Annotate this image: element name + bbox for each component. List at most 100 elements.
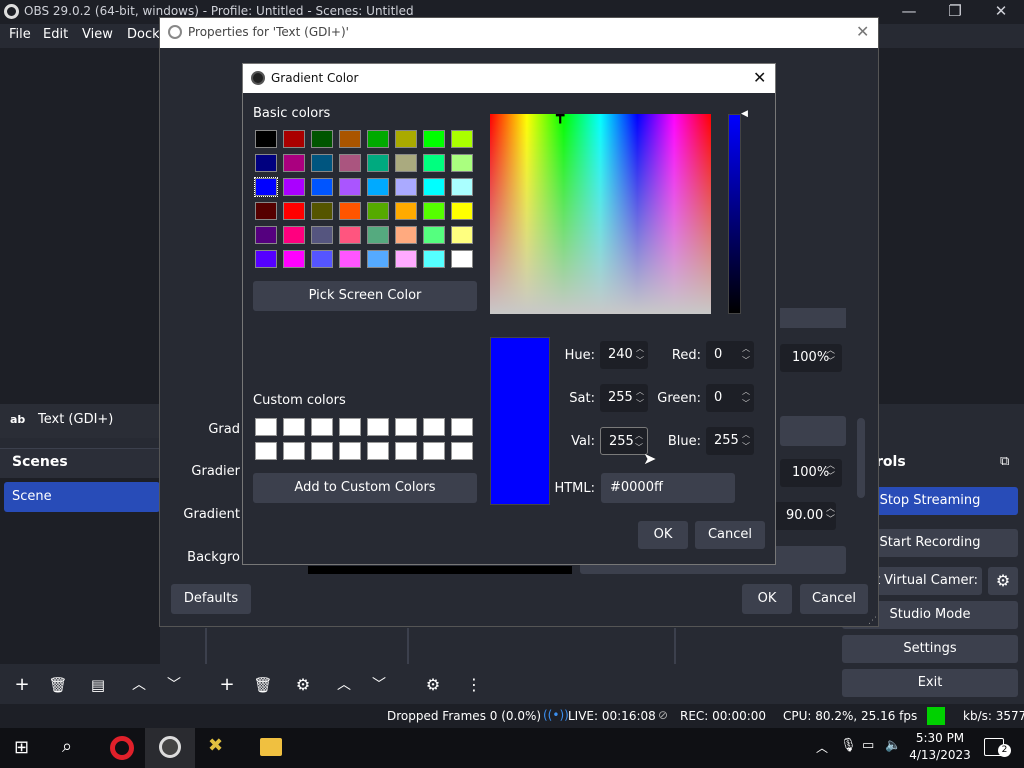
virtual-camera-settings-icon[interactable]: ⚙ <box>988 567 1018 595</box>
chevron-up-icon[interactable]: ︿ <box>635 344 645 354</box>
basic-color-swatch[interactable] <box>339 130 361 148</box>
basic-color-swatch[interactable] <box>451 154 473 172</box>
chevron-down-icon[interactable]: ﹀ <box>741 356 751 366</box>
remove-scene-icon[interactable]: 🗑 <box>44 672 72 698</box>
blue-spinbox[interactable]: 255 ︿ ﹀ <box>706 427 754 455</box>
value-slider-arrow-icon[interactable]: ◀ <box>741 109 748 119</box>
chevron-up-icon[interactable]: ︿ <box>741 344 751 354</box>
pick-screen-color-button[interactable]: Pick Screen Color <box>253 281 477 311</box>
custom-color-swatch[interactable] <box>339 418 361 436</box>
custom-color-swatch[interactable] <box>255 418 277 436</box>
basic-color-swatch[interactable] <box>451 178 473 196</box>
prop-field[interactable] <box>780 308 846 328</box>
basic-color-swatch[interactable] <box>283 226 305 244</box>
basic-color-swatch[interactable] <box>339 202 361 220</box>
chevron-down-icon[interactable]: ﹀ <box>635 399 645 409</box>
custom-color-swatch[interactable] <box>367 418 389 436</box>
basic-color-swatch[interactable] <box>367 202 389 220</box>
gradient-opacity-spin-icon[interactable]: ︿ ﹀ <box>826 461 835 483</box>
basic-color-swatch[interactable] <box>283 130 305 148</box>
basic-color-swatch[interactable] <box>451 202 473 220</box>
maximize-icon[interactable]: ❐ <box>932 0 978 24</box>
move-down-icon[interactable]: ﹀ <box>160 672 188 698</box>
chevron-down-icon[interactable]: ﹀ <box>741 442 751 452</box>
settings-button[interactable]: Settings <box>842 635 1018 663</box>
properties-cancel-button[interactable]: Cancel <box>800 584 868 614</box>
basic-color-swatch[interactable] <box>311 130 333 148</box>
color-spectrum[interactable]: ┳ <box>490 108 711 314</box>
basic-color-swatch[interactable] <box>367 178 389 196</box>
audio-settings-icon[interactable]: ⚙ <box>419 672 447 698</box>
chevron-up-icon[interactable]: ︿ <box>741 430 751 440</box>
basic-color-swatch[interactable] <box>451 226 473 244</box>
chevron-down-icon[interactable]: ﹀ <box>741 399 751 409</box>
basic-color-swatch[interactable] <box>311 226 333 244</box>
file-explorer-icon[interactable] <box>260 738 282 756</box>
basic-color-swatch[interactable] <box>395 178 417 196</box>
minimize-icon[interactable]: — <box>886 0 932 24</box>
windows-start-icon[interactable]: ⊞ <box>14 737 29 758</box>
gradient-close-icon[interactable]: ✕ <box>753 68 766 87</box>
custom-color-swatch[interactable] <box>255 442 277 460</box>
gradient-direction-spin-icon[interactable]: ︿ ﹀ <box>826 504 835 526</box>
basic-color-swatch[interactable] <box>283 178 305 196</box>
sat-spinbox[interactable]: 255 ︿ ﹀ <box>600 384 648 412</box>
basic-color-swatch[interactable] <box>311 202 333 220</box>
html-input[interactable]: #0000ff <box>601 473 735 503</box>
basic-color-swatch[interactable] <box>395 250 417 268</box>
menu-docks[interactable]: Dock <box>127 27 160 42</box>
search-icon[interactable]: ⌕ <box>62 736 72 757</box>
opera-icon[interactable] <box>110 736 134 760</box>
basic-color-swatch[interactable] <box>367 226 389 244</box>
basic-color-swatch[interactable] <box>395 202 417 220</box>
basic-color-swatch[interactable] <box>339 226 361 244</box>
clock-time[interactable]: 5:30 PM <box>912 731 968 745</box>
custom-color-swatch[interactable] <box>311 418 333 436</box>
defaults-button[interactable]: Defaults <box>171 584 251 614</box>
chevron-up-icon[interactable]: ︿ <box>741 387 751 397</box>
chevron-up-icon[interactable]: ︿ <box>634 431 644 441</box>
custom-color-swatch[interactable] <box>311 442 333 460</box>
source-down-icon[interactable]: ﹀ <box>365 672 393 698</box>
val-spinbox[interactable]: 255 ︿ ﹀ <box>600 427 648 455</box>
custom-color-swatch[interactable] <box>423 442 445 460</box>
basic-color-swatch[interactable] <box>423 202 445 220</box>
microphone-icon[interactable]: 🎙 <box>840 738 857 753</box>
value-slider[interactable] <box>728 114 741 314</box>
exit-button[interactable]: Exit <box>842 669 1018 697</box>
close-window-icon[interactable]: ✕ <box>978 0 1024 24</box>
prop-field[interactable] <box>780 416 846 446</box>
menu-view[interactable]: View <box>82 27 113 42</box>
basic-color-swatch[interactable] <box>395 226 417 244</box>
custom-color-swatch[interactable] <box>423 418 445 436</box>
basic-color-swatch[interactable] <box>254 177 278 197</box>
move-up-icon[interactable]: ︿ <box>125 672 153 698</box>
network-icon[interactable]: ▭ <box>862 738 874 753</box>
menu-file[interactable]: File <box>9 27 31 42</box>
source-properties-icon[interactable]: ⚙ <box>289 672 317 698</box>
basic-color-swatch[interactable] <box>283 154 305 172</box>
custom-color-swatch[interactable] <box>339 442 361 460</box>
basic-color-swatch[interactable] <box>423 250 445 268</box>
add-source-icon[interactable]: + <box>213 672 241 698</box>
basic-color-swatch[interactable] <box>423 154 445 172</box>
basic-color-swatch[interactable] <box>311 178 333 196</box>
scene-filters-icon[interactable]: ▤ <box>84 672 112 698</box>
custom-color-swatch[interactable] <box>283 418 305 436</box>
basic-color-swatch[interactable] <box>255 130 277 148</box>
remove-source-icon[interactable]: 🗑 <box>249 672 277 698</box>
source-item[interactable]: ab Text (GDI+) <box>0 404 160 438</box>
custom-color-swatch[interactable] <box>395 418 417 436</box>
basic-color-swatch[interactable] <box>283 250 305 268</box>
app-taskbar-icon[interactable]: ✖ <box>208 735 223 756</box>
basic-color-swatch[interactable] <box>395 130 417 148</box>
clock-date[interactable]: 4/13/2023 <box>908 748 972 762</box>
properties-close-icon[interactable]: ✕ <box>856 22 869 41</box>
gradient-ok-button[interactable]: OK <box>638 521 688 549</box>
source-up-icon[interactable]: ︿ <box>330 672 358 698</box>
gradient-cancel-button[interactable]: Cancel <box>695 521 765 549</box>
chevron-up-icon[interactable]: ︿ <box>635 387 645 397</box>
basic-color-swatch[interactable] <box>283 202 305 220</box>
basic-color-swatch[interactable] <box>255 250 277 268</box>
audio-menu-icon[interactable]: ⋮ <box>460 672 488 698</box>
